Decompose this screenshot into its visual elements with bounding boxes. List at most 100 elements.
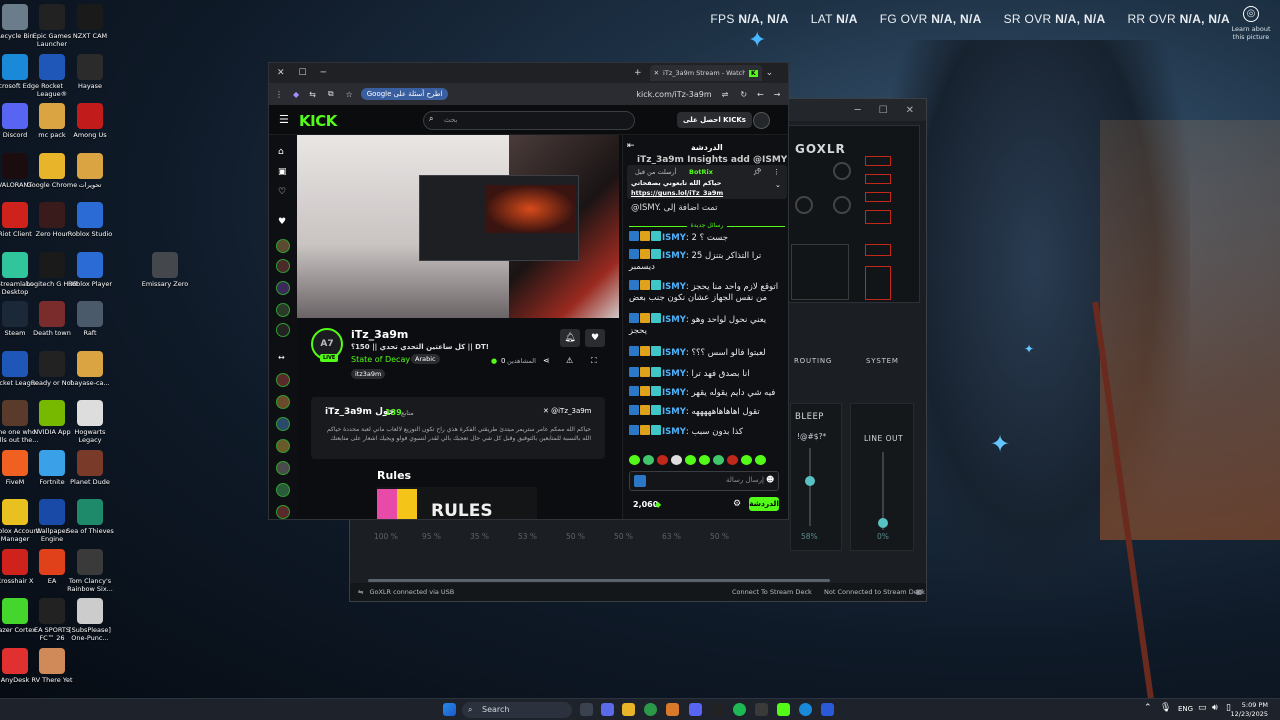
following-icon[interactable]: ♡ [278, 187, 286, 197]
fader-handle[interactable] [878, 518, 888, 528]
google-ask-pill[interactable]: Google اطرح أسئلة على [360, 88, 449, 100]
close-icon[interactable]: ✕ [277, 68, 285, 78]
learn-about-picture[interactable]: ◎ Learn about this picture [1228, 6, 1274, 41]
new-tab-icon[interactable]: + [634, 68, 642, 78]
chevron-up-icon[interactable]: ⌃ [1144, 703, 1152, 713]
fx-button[interactable] [865, 156, 891, 166]
language-indicator[interactable]: ENG [1178, 705, 1193, 713]
channel-avatar[interactable] [276, 281, 290, 295]
tab-list-icon[interactable]: ⌄ [766, 68, 774, 78]
video-player[interactable] [297, 135, 619, 318]
emote-icon[interactable] [643, 455, 654, 465]
minimize-icon[interactable]: ─ [321, 68, 326, 78]
chat-username[interactable]: ISMY [662, 348, 686, 358]
chat-message[interactable]: ISMY: جست ؟ 2 [629, 231, 784, 244]
volume-icon[interactable]: 🔊︎ [1212, 703, 1218, 713]
collapse-icon[interactable]: ↔ [278, 353, 285, 362]
chat-username[interactable]: ISMY [662, 233, 686, 243]
knob-icon[interactable] [833, 196, 851, 214]
emote-icon[interactable] [727, 455, 738, 465]
maximize-icon[interactable]: ☐ [299, 68, 307, 78]
knob-icon[interactable] [795, 196, 813, 214]
chat-username[interactable]: ISMY [662, 369, 686, 379]
desktop-icon[interactable]: [SubsPlease] One-Punc... [64, 598, 116, 642]
emote-icon[interactable] [629, 455, 640, 465]
chat-input[interactable]: إرسال رسالة ☻ [629, 471, 779, 491]
notification-bell-button[interactable]: 🔔︎ [560, 329, 580, 347]
tabs-icon[interactable]: ⧉ [328, 89, 334, 99]
chat-message[interactable]: ISMY: لعبتوا فالو اسس ؟؟؟ [629, 346, 784, 359]
chat-message[interactable]: ISMY: ترا التذاكر بتنزل 25 ديسمبر [629, 249, 784, 273]
tag-badge[interactable]: itz3a9m [351, 369, 386, 379]
desktop-icon[interactable]: Hayase [64, 53, 116, 90]
chat-username[interactable]: ISMY [662, 427, 686, 437]
emote-icon[interactable] [657, 455, 668, 465]
channel-avatar[interactable] [276, 395, 290, 409]
desktop-icon[interactable]: Among Us [64, 103, 116, 139]
more-icon[interactable]: ⋮ [773, 168, 780, 176]
close-icon[interactable]: ✕ [906, 105, 914, 116]
taskview-icon[interactable] [580, 703, 593, 716]
edge-icon[interactable] [799, 703, 812, 716]
chevron-down-icon[interactable]: ⌄ [775, 181, 781, 189]
desktop-icon[interactable]: Sea of Thieves [64, 499, 116, 535]
desktop-icon[interactable]: NZXT CAM [64, 4, 116, 40]
tab-system[interactable]: SYSTEM [866, 357, 899, 365]
fader-button[interactable] [791, 244, 849, 300]
url-text[interactable]: kick.com/iTz-3a9m [636, 90, 711, 99]
minimize-icon[interactable]: ─ [855, 105, 861, 116]
channel-avatar[interactable] [276, 461, 290, 475]
follow-button[interactable]: ♥ [585, 329, 605, 347]
desktop-icon[interactable]: Hogwarts Legacy [64, 400, 116, 444]
emote-icon[interactable] [755, 455, 766, 465]
nzxt-icon[interactable] [711, 703, 724, 716]
emote-icon[interactable] [671, 455, 682, 465]
chat-message[interactable]: ISMY: كذا بدون سبب [629, 425, 784, 438]
share-icon[interactable]: ⋖ [543, 356, 550, 365]
clock[interactable]: 5:09 PM 12/23/2025 [1228, 701, 1268, 719]
discord-icon[interactable] [689, 703, 702, 716]
twitter-link[interactable]: ✕ @iTz_3a9m [543, 407, 592, 415]
chat-username[interactable]: ISMY [662, 407, 686, 417]
channel-avatar[interactable] [276, 323, 290, 337]
channel-avatar[interactable] [276, 483, 290, 497]
xbox-icon[interactable] [755, 703, 768, 716]
network-icon[interactable]: ▭ [1198, 703, 1207, 713]
get-kicks-button[interactable]: احصل على KICKs [677, 112, 752, 128]
fx-button[interactable] [865, 174, 891, 184]
spotify-icon[interactable] [733, 703, 746, 716]
channel-avatar[interactable] [276, 417, 290, 431]
chat-send-button[interactable]: الدردشة [749, 497, 779, 511]
settings-icon[interactable]: ⚙ [733, 499, 741, 509]
extension-icon[interactable]: ◆ [293, 90, 299, 99]
collapse-chat-icon[interactable]: ⇤ [627, 141, 635, 151]
reload-icon[interactable]: ↻ [740, 90, 747, 99]
channel-avatar[interactable] [276, 303, 290, 317]
desktop-icon[interactable]: hayase-ca... [64, 350, 116, 387]
avatar[interactable] [753, 112, 770, 129]
search-input[interactable]: بحث [423, 111, 635, 130]
desktop-icon[interactable]: RV There Yet [26, 647, 78, 684]
home-icon[interactable]: ⌂ [278, 147, 284, 157]
app-icon[interactable] [821, 703, 834, 716]
report-icon[interactable]: ⚠ [566, 356, 573, 365]
desktop-icon[interactable]: Roblox Player [64, 251, 116, 288]
translate-icon[interactable]: ⇆ [309, 90, 316, 99]
emote-icon[interactable] [685, 455, 696, 465]
channel-avatar[interactable] [276, 505, 290, 519]
knob-icon[interactable] [833, 162, 851, 180]
channel-avatar[interactable] [276, 439, 290, 453]
channel-avatar[interactable] [276, 259, 290, 273]
desktop-icon[interactable]: Roblox Studio [64, 202, 116, 238]
desktop-icon[interactable]: تحويرات [64, 152, 116, 189]
start-icon[interactable] [443, 703, 456, 716]
mic-icon[interactable]: 🎙︎ [1160, 703, 1171, 713]
tab-active[interactable]: ✕ iTz_3a9m Stream - Watch Live K [649, 65, 762, 81]
kick-logo[interactable]: KICK [299, 112, 337, 130]
streamer-name[interactable]: iTz_3a9m [351, 328, 408, 341]
channel-avatar[interactable] [276, 373, 290, 387]
chat-username[interactable]: ISMY [662, 251, 686, 261]
desktop-icon[interactable]: Raft [64, 301, 116, 337]
emoji-icon[interactable]: ☻ [766, 475, 774, 484]
taskbar-search[interactable]: ⌕ Search [462, 702, 572, 718]
